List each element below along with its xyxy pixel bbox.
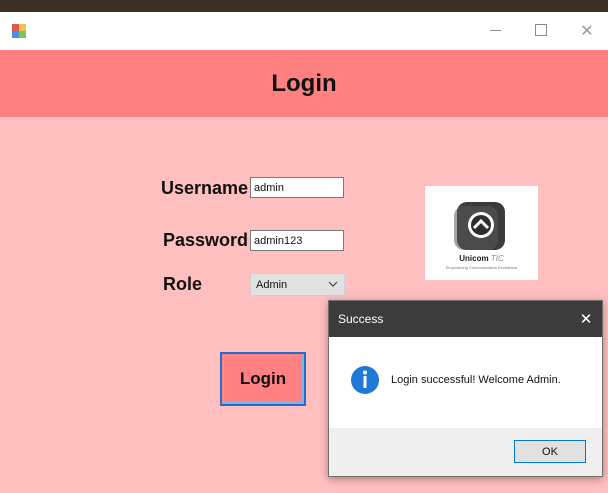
page-title: Login — [271, 69, 337, 97]
dialog-close-button[interactable]: ✕ — [574, 307, 598, 331]
chevron-down-icon — [328, 281, 338, 287]
username-input[interactable] — [250, 177, 344, 198]
unicom-logo-brand-suffix: TIC — [490, 254, 504, 263]
dialog-footer: OK — [329, 428, 602, 476]
header-band: Login — [0, 50, 608, 117]
info-icon — [351, 366, 379, 394]
close-icon: ✕ — [579, 310, 593, 328]
minimize-icon — [489, 29, 501, 31]
password-input[interactable] — [250, 230, 344, 251]
success-dialog: Success ✕ Login successful! Welcome Admi… — [328, 300, 603, 477]
close-icon: ✕ — [580, 20, 594, 40]
desktop-strip — [0, 0, 608, 12]
unicom-logo-tagline: Empowering Communication Excellence — [445, 265, 518, 270]
role-select-value: Admin — [256, 279, 288, 291]
unicom-logo-icon — [454, 202, 505, 250]
role-select[interactable]: Admin — [250, 273, 345, 296]
login-button[interactable]: Login — [220, 352, 306, 406]
minimize-button[interactable] — [480, 18, 510, 42]
username-label: Username — [161, 178, 249, 198]
password-label: Password — [163, 230, 249, 250]
window-titlebar: ✕ — [0, 12, 608, 50]
dialog-titlebar: Success ✕ — [329, 301, 602, 337]
dialog-title: Success — [338, 312, 384, 326]
unicom-logo-brand: Unicom — [459, 254, 489, 263]
dialog-message: Login successful! Welcome Admin. — [391, 374, 561, 386]
role-label: Role — [163, 274, 203, 294]
maximize-icon — [535, 24, 547, 36]
ok-button[interactable]: OK — [514, 440, 586, 463]
unicom-logo-wordmark: Unicom TIC — [425, 254, 538, 263]
unicom-logo: Unicom TIC Empowering Communication Exce… — [425, 186, 538, 280]
close-button[interactable]: ✕ — [572, 18, 602, 42]
maximize-button[interactable] — [526, 18, 556, 42]
app-icon — [12, 24, 26, 38]
